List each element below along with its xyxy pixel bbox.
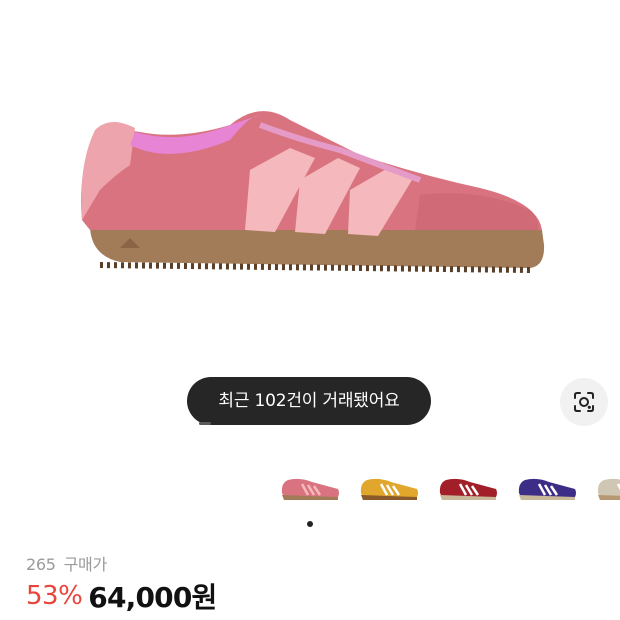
product-image-area[interactable] — [0, 0, 620, 370]
sneaker-thumb-icon — [518, 478, 576, 500]
size-price-label: 265 구매가 — [26, 551, 107, 575]
camera-search-icon — [574, 392, 594, 412]
price-row: 53% 64,000원 — [26, 578, 217, 614]
colorway-thumb-burgundy[interactable] — [436, 468, 500, 508]
page-indicator-dot — [307, 521, 313, 527]
colorway-thumbnails — [278, 468, 620, 508]
toast-progress-bar — [199, 422, 211, 425]
toast-text: 최근 102건이 거래됐어요 — [218, 391, 400, 411]
colorway-thumb-purple[interactable] — [515, 468, 579, 508]
colorway-thumb-yellow[interactable] — [357, 468, 421, 508]
sneaker-image — [81, 111, 545, 273]
sneaker-thumb-icon — [281, 478, 339, 500]
discount-rate: 53% — [26, 581, 83, 611]
sneaker-thumb-icon — [360, 478, 418, 500]
image-search-button[interactable] — [560, 378, 608, 426]
size-value: 265 — [26, 555, 56, 574]
price-value: 64,000원 — [88, 581, 217, 614]
colorway-thumb-pink[interactable] — [278, 468, 342, 508]
sneaker-thumb-icon — [439, 478, 497, 500]
sneaker-thumb-icon — [597, 478, 620, 500]
recent-trades-toast: 최근 102건이 거래됐어요 — [187, 377, 431, 425]
price-type-label: 구매가 — [63, 555, 108, 574]
colorway-thumb-beige[interactable] — [594, 468, 620, 508]
